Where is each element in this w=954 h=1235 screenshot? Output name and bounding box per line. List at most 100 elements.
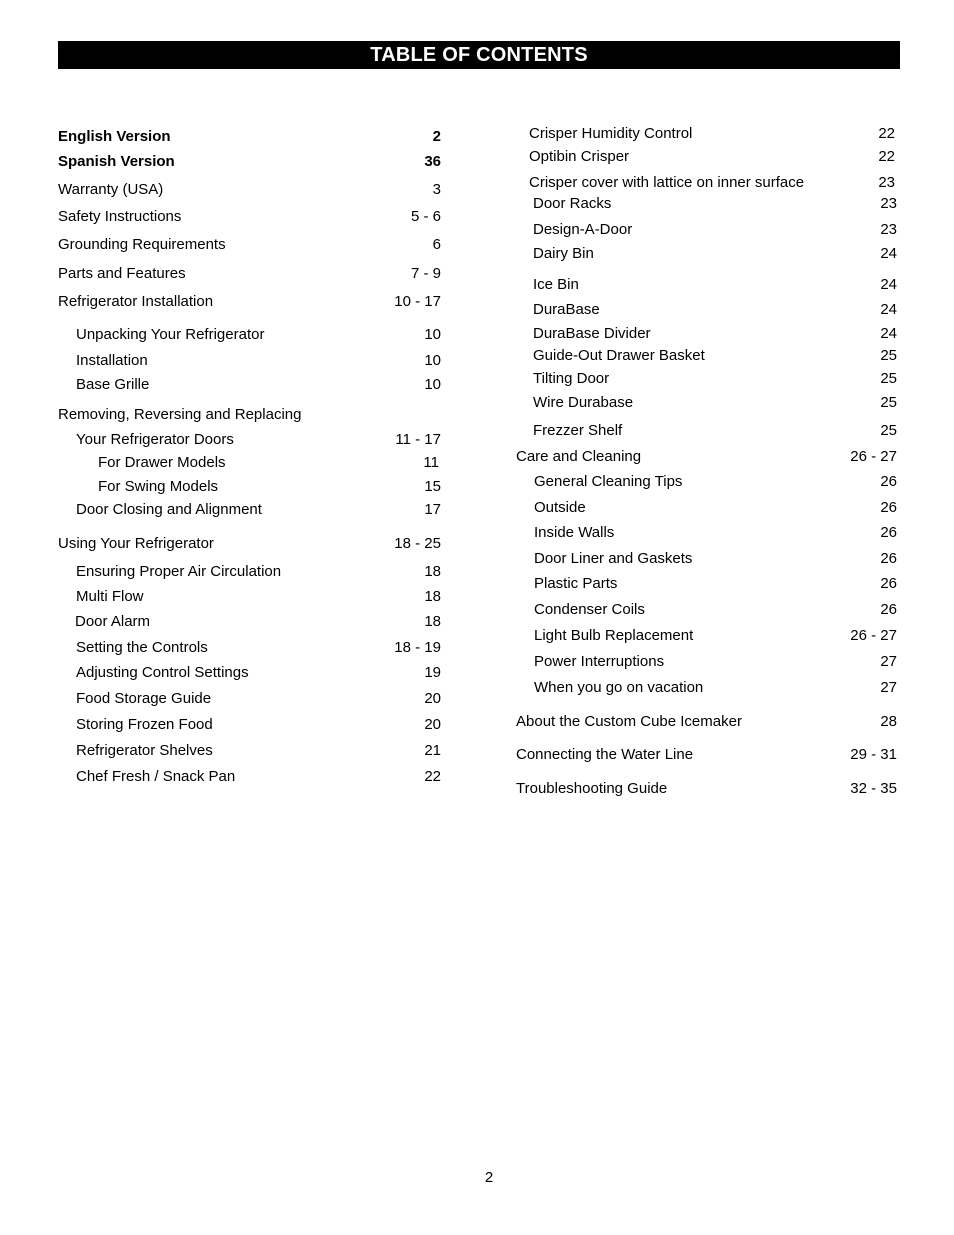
toc-entry-page: 2 bbox=[432, 128, 441, 145]
toc-entry-title: Parts and Features bbox=[58, 265, 186, 282]
toc-entry[interactable]: Design-A-Door 23 bbox=[533, 221, 897, 239]
toc-entry[interactable]: Outside 26 bbox=[534, 499, 897, 517]
toc-entry-page: 20 bbox=[424, 690, 441, 707]
toc-entry[interactable]: English Version 2 bbox=[58, 128, 441, 146]
toc-entry-title: Warranty (USA) bbox=[58, 181, 164, 198]
toc-entry[interactable]: For Swing Models 15 bbox=[98, 478, 441, 496]
toc-entry[interactable]: DuraBase 24 bbox=[533, 301, 897, 319]
toc-entry-title: Chef Fresh / Snack Pan bbox=[76, 768, 236, 785]
toc-entry-page: 24 bbox=[880, 276, 897, 293]
toc-entry-page: 10 bbox=[424, 376, 441, 393]
toc-entry-title: Door Liner and Gaskets bbox=[534, 550, 693, 567]
toc-entry[interactable]: Inside Walls 26 bbox=[534, 524, 897, 542]
toc-entry[interactable]: When you go on vacation 27 bbox=[534, 679, 897, 697]
toc-entry-page: 18 - 19 bbox=[394, 639, 441, 656]
toc-entry[interactable]: Adjusting Control Settings 19 bbox=[76, 664, 441, 682]
toc-entry[interactable]: Ensuring Proper Air Circulation 18 bbox=[76, 563, 441, 581]
toc-entry-title: Tilting Door bbox=[533, 370, 610, 387]
toc-entry-page: 26 bbox=[880, 473, 897, 490]
toc-entry-page: 27 bbox=[880, 653, 897, 670]
toc-entry[interactable]: Condenser Coils 26 bbox=[534, 601, 897, 619]
toc-entry-page: 22 bbox=[424, 768, 441, 785]
toc-entry[interactable]: Guide-Out Drawer Basket 25 bbox=[533, 347, 897, 365]
toc-entry-title: Plastic Parts bbox=[534, 575, 618, 592]
toc-entry[interactable]: Care and Cleaning 26 - 27 bbox=[516, 448, 897, 466]
toc-entry-page: 18 bbox=[424, 588, 441, 605]
toc-entry-title: About the Custom Cube Icemaker bbox=[516, 713, 742, 730]
toc-entry-page: 21 bbox=[424, 742, 441, 759]
toc-entry[interactable]: Base Grille 10 bbox=[76, 376, 441, 394]
toc-entry-title: Spanish Version bbox=[58, 153, 175, 170]
toc-entry-title: Light Bulb Replacement bbox=[534, 627, 694, 644]
toc-entry[interactable]: Unpacking Your Refrigerator 10 bbox=[76, 326, 441, 344]
toc-entry[interactable]: General Cleaning Tips 26 bbox=[534, 473, 897, 491]
toc-entry-title: Connecting the Water Line bbox=[516, 746, 694, 763]
toc-entry[interactable]: Door Alarm 18 bbox=[75, 613, 441, 631]
toc-entry-page: 27 bbox=[880, 679, 897, 696]
toc-entry[interactable]: Frezzer Shelf 25 bbox=[533, 422, 897, 440]
toc-entry-title: Door Closing and Alignment bbox=[76, 501, 262, 518]
toc-entry-page: 18 - 25 bbox=[394, 535, 441, 552]
toc-entry[interactable]: Door Closing and Alignment 17 bbox=[76, 501, 441, 519]
toc-entry-page: 17 bbox=[424, 501, 441, 518]
toc-entry[interactable]: Power Interruptions 27 bbox=[534, 653, 897, 671]
toc-entry[interactable]: Multi Flow 18 bbox=[76, 588, 441, 606]
toc-entry-page: 25 bbox=[880, 422, 897, 439]
toc-entry-title: Wire Durabase bbox=[533, 394, 634, 411]
toc-entry[interactable]: Using Your Refrigerator 18 - 25 bbox=[58, 535, 441, 553]
toc-entry[interactable]: Crisper Humidity Control 22 bbox=[529, 125, 895, 143]
toc-entry[interactable]: Wire Durabase 25 bbox=[533, 394, 897, 412]
toc-entry-title: Adjusting Control Settings bbox=[76, 664, 249, 681]
toc-entry[interactable]: About the Custom Cube Icemaker 28 bbox=[516, 713, 897, 731]
toc-entry[interactable]: Chef Fresh / Snack Pan 22 bbox=[76, 768, 441, 786]
toc-entry-page: 25 bbox=[880, 347, 897, 364]
toc-entry[interactable]: Parts and Features 7 - 9 bbox=[58, 265, 441, 283]
toc-entry[interactable]: Refrigerator Installation 10 - 17 bbox=[58, 293, 441, 311]
toc-entry[interactable]: Optibin Crisper 22 bbox=[529, 148, 895, 166]
toc-entry[interactable]: Removing, Reversing and Replacing bbox=[58, 406, 441, 424]
toc-entry-page: 32 - 35 bbox=[850, 780, 897, 797]
toc-entry-title: Power Interruptions bbox=[534, 653, 665, 670]
toc-entry[interactable]: Dairy Bin 24 bbox=[533, 245, 897, 263]
toc-entry-title: Frezzer Shelf bbox=[533, 422, 623, 439]
toc-entry[interactable]: Spanish Version 36 bbox=[58, 153, 441, 171]
toc-entry[interactable]: DuraBase Divider 24 bbox=[533, 325, 897, 343]
toc-entry-title: English Version bbox=[58, 128, 171, 145]
toc-entry-page: 26 bbox=[880, 550, 897, 567]
toc-entry[interactable]: Your Refrigerator Doors 11 - 17 bbox=[76, 431, 441, 449]
toc-entry[interactable]: Installation 10 bbox=[76, 352, 441, 370]
toc-entry[interactable]: Door Liner and Gaskets 26 bbox=[534, 550, 897, 568]
page-number: 2 bbox=[484, 1169, 494, 1186]
toc-entry-page: 3 bbox=[432, 181, 441, 198]
toc-entry-page: 5 - 6 bbox=[410, 208, 441, 225]
toc-entry-page: 6 bbox=[432, 236, 441, 253]
toc-entry-title: Dairy Bin bbox=[533, 245, 594, 262]
toc-entry-title: Using Your Refrigerator bbox=[58, 535, 214, 552]
toc-entry[interactable]: Refrigerator Shelves 21 bbox=[76, 742, 441, 760]
toc-entry[interactable]: Ice Bin 24 bbox=[533, 276, 897, 294]
toc-entry[interactable]: Food Storage Guide 20 bbox=[76, 690, 441, 708]
toc-entry-title: Ice Bin bbox=[533, 276, 579, 293]
toc-entry[interactable]: Warranty (USA) 3 bbox=[58, 181, 441, 199]
toc-entry-title: Ensuring Proper Air Circulation bbox=[76, 563, 282, 580]
toc-entry-page: 23 bbox=[880, 221, 897, 238]
toc-entry[interactable]: Crisper cover with lattice on inner surf… bbox=[529, 174, 895, 192]
toc-entry-title: Your Refrigerator Doors bbox=[76, 431, 234, 448]
toc-entry[interactable]: Connecting the Water Line 29 - 31 bbox=[516, 746, 897, 764]
toc-entry-title: Outside bbox=[534, 499, 586, 516]
toc-entry[interactable]: For Drawer Models 11 bbox=[98, 454, 439, 472]
toc-entry[interactable]: Plastic Parts 26 bbox=[534, 575, 897, 593]
toc-entry[interactable]: Troubleshooting Guide 32 - 35 bbox=[516, 780, 897, 798]
toc-entry-title: Multi Flow bbox=[76, 588, 144, 605]
toc-entry-page: 10 bbox=[424, 326, 441, 343]
toc-entry[interactable]: Tilting Door 25 bbox=[533, 370, 897, 388]
toc-entry[interactable]: Safety Instructions 5 - 6 bbox=[58, 208, 441, 226]
toc-entry-title: Unpacking Your Refrigerator bbox=[76, 326, 265, 343]
toc-entry[interactable]: Door Racks 23 bbox=[533, 195, 897, 213]
toc-entry[interactable]: Light Bulb Replacement 26 - 27 bbox=[534, 627, 897, 645]
toc-entry-page: 10 - 17 bbox=[394, 293, 441, 310]
toc-entry[interactable]: Setting the Controls 18 - 19 bbox=[76, 639, 441, 657]
toc-entry[interactable]: Storing Frozen Food 20 bbox=[76, 716, 441, 734]
toc-entry-title: Refrigerator Shelves bbox=[76, 742, 213, 759]
toc-entry[interactable]: Grounding Requirements 6 bbox=[58, 236, 441, 254]
